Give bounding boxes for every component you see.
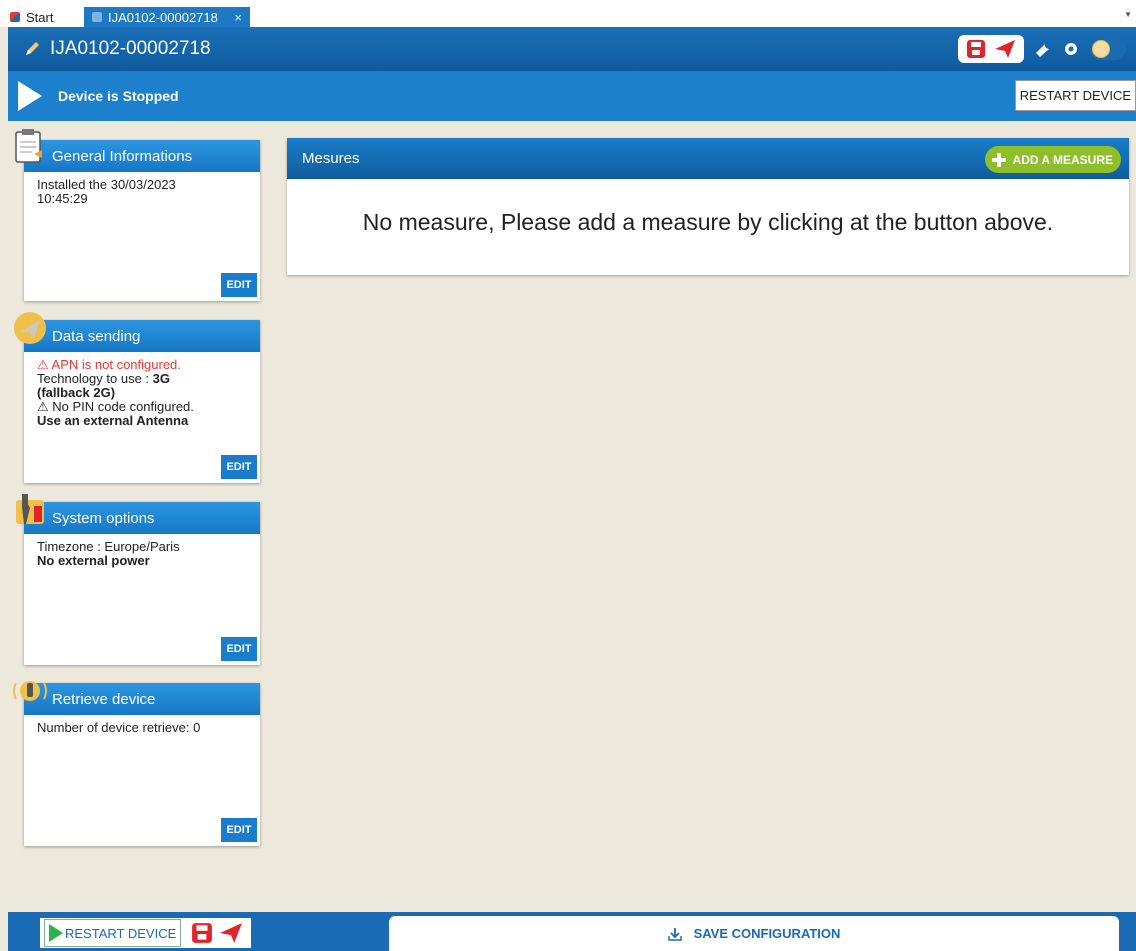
card-title: Data sending	[24, 320, 260, 352]
empty-measures-message: No measure, Please add a measure by clic…	[362, 209, 1054, 235]
status-bar: Device is Stopped RESTART DEVICE	[8, 71, 1136, 121]
pin-warning: ⚠ No PIN code configured.	[37, 399, 194, 414]
retrieve-device-card: Retrieve device Number of device retriev…	[13, 681, 260, 846]
play-icon	[18, 81, 42, 111]
retrieve-count: Number of device retrieve: 0	[37, 720, 201, 735]
save-icon[interactable]	[966, 39, 986, 59]
edit-general-button[interactable]: EDIT	[221, 273, 257, 297]
device-header: IJA0102-00002718	[8, 27, 1136, 71]
play-icon	[49, 924, 63, 942]
add-measure-button[interactable]: ADD A MEASURE	[984, 146, 1121, 173]
save-configuration-button[interactable]: SAVE CONFIGURATION	[389, 916, 1119, 951]
timezone-text: Timezone : Europe/Paris	[37, 539, 180, 554]
page-title: IJA0102-00002718	[50, 38, 211, 59]
send-plane-icon	[14, 312, 46, 344]
plus-icon	[991, 152, 1007, 168]
footer-action-group: RESTART DEVICE	[40, 918, 252, 948]
restart-device-button[interactable]: RESTART DEVICE	[1014, 80, 1136, 111]
technology-line: Technology to use : 3G	[37, 372, 247, 386]
edit-retrieve-button[interactable]: EDIT	[221, 818, 257, 842]
restart-footer-label: RESTART DEVICE	[65, 925, 177, 941]
tab-dropdown-icon[interactable]: ▼	[1124, 10, 1132, 19]
card-title: Retrieve device	[24, 683, 260, 715]
gear-icon[interactable]	[1062, 40, 1080, 58]
add-measure-label: ADD A MEASURE	[1012, 152, 1113, 167]
footer-left: RESTART DEVICE	[8, 912, 279, 951]
apn-warning: ⚠ APN is not configured.	[37, 357, 181, 372]
light-toggle[interactable]	[1090, 38, 1126, 60]
save-configuration-label: SAVE CONFIGURATION	[693, 926, 841, 941]
card-title: General Informations	[24, 140, 260, 172]
signal-icon	[13, 681, 47, 701]
download-icon	[667, 927, 682, 941]
technology-value: 3G	[152, 371, 170, 386]
save-icon[interactable]	[191, 922, 213, 944]
data-sending-card: Data sending ⚠ APN is not configured. Te…	[14, 312, 260, 483]
card-title: System options	[24, 502, 260, 534]
technology-label: Technology to use :	[37, 371, 153, 386]
tab-start-label: Start	[26, 9, 54, 25]
measures-panel: Mesures ADD A MEASURE No measure, Please…	[287, 138, 1129, 275]
tab-close-icon[interactable]: ×	[234, 10, 242, 25]
fallback-text: (fallback 2G)	[37, 385, 116, 400]
install-time: 10:45:29	[37, 191, 88, 206]
antenna-text: Use an external Antenna	[37, 413, 189, 428]
send-icon[interactable]	[219, 922, 243, 944]
wrench-icon[interactable]	[1034, 40, 1052, 58]
start-icon	[10, 12, 20, 22]
pencil-icon	[26, 42, 39, 55]
send-icon[interactable]	[994, 39, 1016, 59]
restart-device-footer-button[interactable]: RESTART DEVICE	[44, 919, 182, 947]
edit-data-sending-button[interactable]: EDIT	[221, 455, 257, 479]
tab-device-label: IJA0102-00002718	[108, 9, 218, 25]
header-action-group	[958, 35, 1024, 63]
tab-start[interactable]: Start	[10, 7, 53, 27]
measures-header: Mesures ADD A MEASURE	[287, 138, 1129, 179]
general-info-card: General Informations Installed the 30/03…	[15, 129, 260, 301]
tab-strip: Start IJA0102-00002718 × ▼	[0, 0, 1136, 27]
device-tab-icon	[92, 12, 102, 22]
measures-title: Mesures	[302, 150, 360, 167]
sun-icon	[1092, 40, 1110, 58]
clipboard-icon	[15, 129, 42, 163]
device-status-text: Device is Stopped	[58, 88, 179, 104]
tab-device[interactable]: IJA0102-00002718 ×	[84, 7, 250, 27]
power-text: No external power	[37, 553, 150, 568]
system-options-card: System options Timezone : Europe/Paris N…	[16, 494, 260, 665]
install-date: Installed the 30/03/2023	[37, 177, 176, 192]
tools-icon	[16, 494, 44, 524]
edit-system-button[interactable]: EDIT	[221, 637, 257, 661]
